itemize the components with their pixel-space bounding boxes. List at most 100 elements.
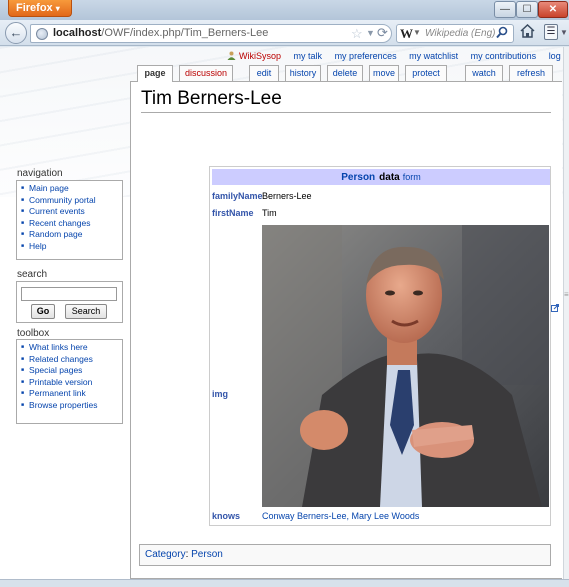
title-bar: Firefox ▾ — ☐ ✕	[0, 0, 569, 20]
maximize-icon: ☐	[522, 4, 532, 15]
img-label[interactable]: img	[212, 389, 228, 399]
special-pages-link[interactable]: Special pages	[29, 365, 82, 375]
user-icon	[227, 51, 236, 60]
related-changes-link[interactable]: Related changes	[29, 354, 93, 364]
sidebar-item-what-links-here: What links here	[21, 342, 122, 354]
search-input[interactable]	[21, 287, 117, 301]
engine-dropdown-icon[interactable]: ▼	[413, 28, 421, 37]
what-links-here-link[interactable]: What links here	[29, 342, 88, 352]
tab-watch[interactable]: watch	[465, 65, 503, 81]
external-link-icon[interactable]	[551, 304, 559, 312]
category-links: Category: Person	[139, 544, 551, 566]
page-actions-tabs: page discussion edit history delete move…	[137, 65, 553, 82]
first-name-label[interactable]: firstName	[212, 208, 254, 218]
search-button[interactable]: Search	[65, 304, 107, 319]
class-link[interactable]: Person	[341, 172, 375, 183]
wikipedia-icon[interactable]: W	[400, 26, 413, 42]
scroll-grip-icon[interactable]: ≡	[564, 290, 569, 299]
browse-properties-link[interactable]: Browse properties	[29, 400, 98, 410]
infobox-data-word: data	[379, 172, 400, 183]
maximize-button[interactable]: ☐	[516, 1, 538, 18]
close-button[interactable]: ✕	[538, 1, 568, 18]
sidebar-item-help: Help	[21, 241, 122, 253]
close-icon: ✕	[548, 4, 558, 15]
tab-protect[interactable]: protect	[405, 65, 447, 81]
person-photo[interactable]	[262, 225, 549, 507]
globe-icon	[36, 28, 48, 40]
tab-page[interactable]: page	[137, 65, 173, 82]
url-path: /OWF/index.php/Tim_Berners-Lee	[101, 27, 269, 39]
navigation-toolbar: ← localhost/OWF/index.php/Tim_Berners-Le…	[0, 20, 569, 46]
tab-move[interactable]: move	[369, 65, 399, 81]
page-title: Tim Berners-Lee	[141, 88, 551, 113]
category-person-link[interactable]: Person	[191, 549, 223, 560]
sidebar-item-browse-properties: Browse properties	[21, 400, 122, 412]
infobox-header: Person data form	[212, 169, 550, 185]
page-viewport: WikiSysop my talk my preferences my watc…	[0, 47, 563, 579]
sidebar-item-current-events: Current events	[21, 206, 122, 218]
knows-label[interactable]: knows	[212, 511, 240, 521]
sidebar-item-main-page: Main page	[21, 183, 122, 195]
category-separator: :	[185, 549, 189, 560]
recent-changes-link[interactable]: Recent changes	[29, 218, 90, 228]
go-button[interactable]: Go	[31, 304, 55, 319]
person-infobox: Person data form familyName Berners-Lee fi…	[209, 166, 551, 526]
firefox-menu-button[interactable]: Firefox ▾	[8, 0, 72, 17]
status-bar	[0, 579, 569, 587]
url-text[interactable]: localhost/OWF/index.php/Tim_Berners-Lee	[53, 27, 268, 39]
community-portal-link[interactable]: Community portal	[29, 195, 96, 205]
bookmarks-icon[interactable]: ☰	[544, 24, 558, 40]
categories-link[interactable]: Category	[145, 549, 186, 560]
address-bar[interactable]: localhost/OWF/index.php/Tim_Berners-Lee …	[30, 24, 392, 43]
home-icon[interactable]	[520, 23, 535, 42]
back-button[interactable]: ←	[5, 22, 27, 44]
my-preferences-link[interactable]: my preferences	[335, 51, 397, 61]
tab-edit[interactable]: edit	[249, 65, 279, 81]
main-page-link[interactable]: Main page	[29, 183, 69, 193]
star-icon[interactable]: ☆	[351, 26, 363, 42]
reload-icon[interactable]: ⟳	[377, 25, 388, 41]
history-dropdown-icon[interactable]: ▼	[366, 28, 375, 38]
sidebar-item-permanent-link: Permanent link	[21, 388, 122, 400]
family-name-value: Berners-Lee	[262, 191, 312, 201]
navigation-portlet: Main page Community portal Current event…	[16, 180, 123, 260]
user-page-link[interactable]: WikiSysop	[239, 51, 281, 61]
random-page-link[interactable]: Random page	[29, 229, 82, 239]
log-out-link[interactable]: log out	[549, 51, 563, 61]
permanent-link[interactable]: Permanent link	[29, 388, 86, 398]
chevron-down-icon[interactable]: ▼	[560, 28, 568, 37]
sidebar-item-related-changes: Related changes	[21, 354, 122, 366]
knows-links[interactable]: Conway Berners-Lee, Mary Lee Woods	[262, 511, 419, 521]
my-contributions-link[interactable]: my contributions	[471, 51, 537, 61]
search-heading: search	[17, 269, 48, 280]
current-events-link[interactable]: Current events	[29, 206, 85, 216]
minimize-button[interactable]: —	[494, 1, 516, 18]
personal-tools: WikiSysop my talk my preferences my watc…	[227, 51, 563, 61]
help-link[interactable]: Help	[29, 241, 46, 251]
search-portlet: Go Search	[16, 281, 123, 323]
tab-history[interactable]: history	[285, 65, 321, 81]
vertical-scrollbar[interactable]	[563, 47, 569, 579]
printable-version-link[interactable]: Printable version	[29, 377, 92, 387]
sidebar-item-random-page: Random page	[21, 229, 122, 241]
arrow-left-icon: ←	[9, 25, 23, 40]
navigation-heading: navigation	[17, 168, 63, 179]
sidebar-item-special-pages: Special pages	[21, 365, 122, 377]
my-talk-link[interactable]: my talk	[294, 51, 323, 61]
tab-refresh[interactable]: refresh	[509, 65, 553, 81]
sidebar-item-printable-version: Printable version	[21, 377, 122, 389]
tab-discussion[interactable]: discussion	[179, 65, 233, 81]
search-icon[interactable]	[496, 26, 508, 42]
sidebar-item-community-portal: Community portal	[21, 195, 122, 207]
my-watchlist-link[interactable]: my watchlist	[409, 51, 458, 61]
tab-delete[interactable]: delete	[327, 65, 363, 81]
url-host: localhost	[53, 27, 102, 39]
family-name-label[interactable]: familyName	[212, 191, 263, 201]
firefox-menu-label: Firefox	[16, 2, 53, 14]
search-engine-placeholder[interactable]: Wikipedia (Eng)	[425, 28, 496, 39]
search-bar[interactable]: W ▼ Wikipedia (Eng)	[396, 24, 514, 43]
toolbox-heading: toolbox	[17, 328, 50, 339]
form-link[interactable]: form	[403, 172, 421, 182]
first-name-value: Tim	[262, 208, 277, 218]
chevron-down-icon: ▾	[55, 4, 60, 13]
